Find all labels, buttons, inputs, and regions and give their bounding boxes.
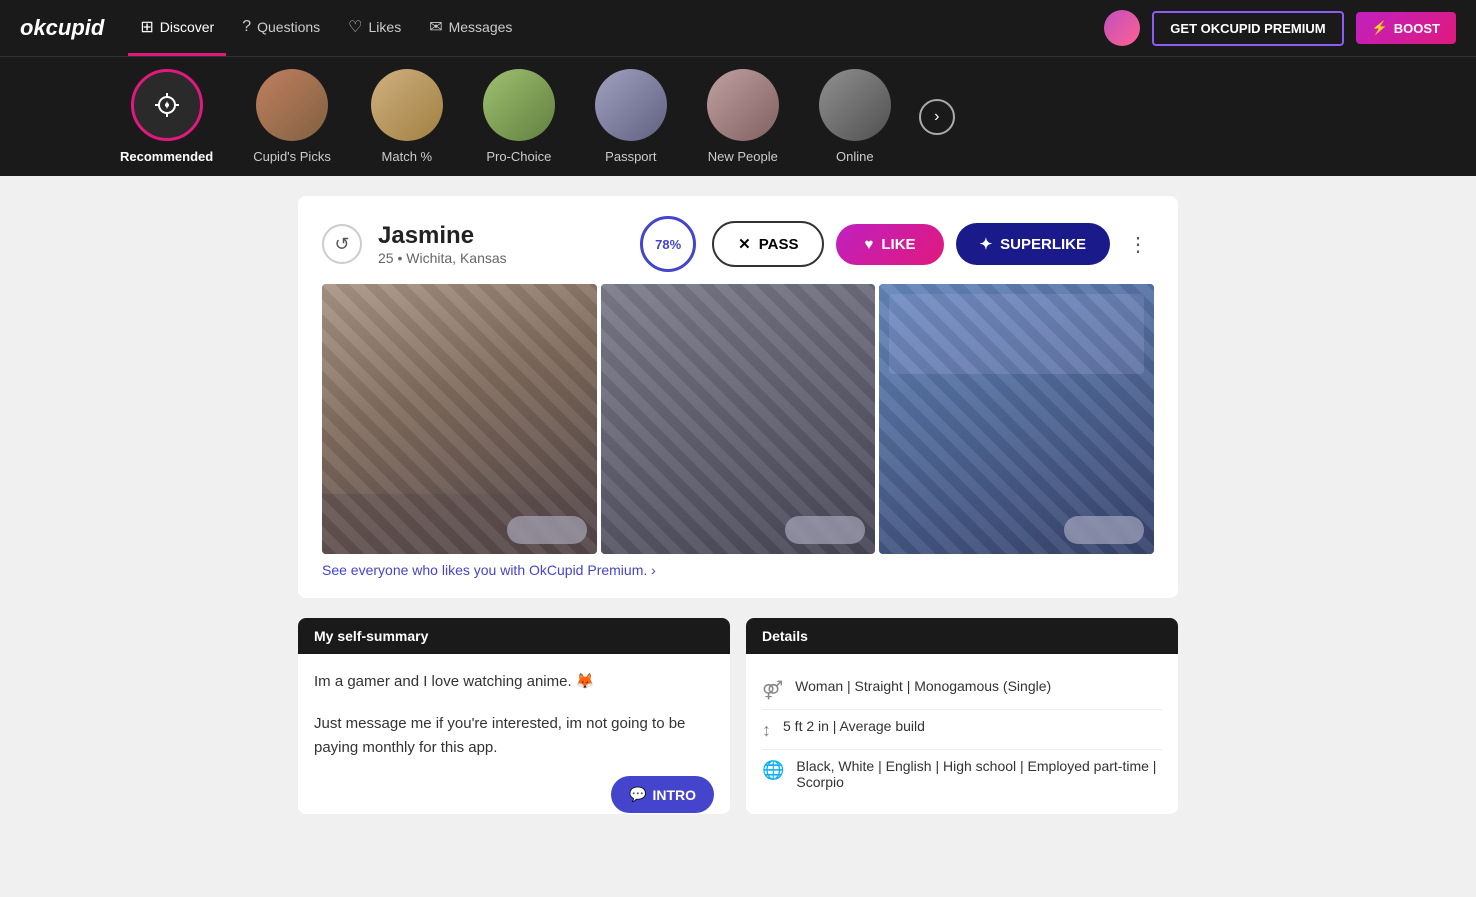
match-label: Match % [382, 149, 433, 164]
profile-photo-3[interactable] [879, 284, 1154, 554]
photo-2-badge [785, 516, 865, 544]
superlike-label: SUPERLIKE [1000, 236, 1086, 253]
boost-label: BOOST [1394, 21, 1440, 36]
boost-icon: ⚡ [1372, 20, 1388, 36]
nav-questions[interactable]: ? Questions [230, 0, 332, 56]
photo-1-badge [507, 516, 587, 544]
premium-link-text: See everyone who likes you with OkCupid … [322, 562, 656, 578]
profile-photo-2[interactable] [601, 284, 876, 554]
profile-location: 25 • Wichita, Kansas [378, 250, 624, 266]
passport-avatar [595, 69, 667, 141]
profile-photos [322, 284, 1154, 554]
messages-icon: ✉ [429, 17, 442, 37]
main-nav: okcupid ⊞ Discover ? Questions ♡ Likes ✉… [0, 0, 1476, 56]
match-avatar [371, 69, 443, 141]
profile-name: Jasmine [378, 222, 624, 250]
new-people-avatar [707, 69, 779, 141]
likes-icon: ♡ [348, 17, 362, 37]
gender-icon: ⚤ [762, 680, 783, 701]
match-percent-circle: 78% [640, 216, 696, 272]
action-buttons: ✕ PASS ♥ LIKE ✦ SUPERLIKE ⋮ [712, 221, 1154, 267]
profile-card-header: ↺ Jasmine 25 • Wichita, Kansas 78% ✕ PAS… [322, 216, 1154, 272]
profile-photo-1[interactable] [322, 284, 597, 554]
passport-label: Passport [605, 149, 656, 164]
like-label: LIKE [881, 236, 915, 253]
pass-label: PASS [759, 236, 799, 253]
premium-link[interactable]: See everyone who likes you with OkCupid … [322, 554, 1154, 578]
like-heart-icon: ♥ [864, 236, 873, 253]
globe-icon: 🌐 [762, 760, 784, 781]
cupids-picks-avatar [256, 69, 328, 141]
category-passport[interactable]: Passport [575, 59, 687, 174]
pro-choice-avatar [483, 69, 555, 141]
nav-discover-label: Discover [160, 19, 214, 35]
pro-choice-label: Pro-Choice [486, 149, 551, 164]
recommended-icon-container [131, 69, 203, 141]
logo[interactable]: okcupid [20, 15, 104, 41]
recommended-label: Recommended [120, 149, 213, 164]
profile-city: Wichita, Kansas [406, 250, 506, 266]
category-pro-choice[interactable]: Pro-Choice [463, 59, 575, 174]
like-button[interactable]: ♥ LIKE [836, 224, 943, 265]
category-bar: Recommended Cupid's Picks Match % Pro-Ch… [0, 56, 1476, 176]
category-new-people[interactable]: New People [687, 59, 799, 174]
detail-text-0: Woman | Straight | Monogamous (Single) [795, 678, 1051, 694]
self-summary-header: My self-summary [298, 618, 730, 654]
more-options-button[interactable]: ⋮ [1122, 228, 1154, 260]
category-next-button[interactable]: › [919, 99, 955, 135]
detail-row-0: ⚤ Woman | Straight | Monogamous (Single) [762, 670, 1162, 710]
new-people-label: New People [708, 149, 778, 164]
category-match[interactable]: Match % [351, 59, 463, 174]
self-summary-body: Im a gamer and I love watching anime. 🦊 … [298, 654, 730, 776]
undo-icon: ↺ [334, 234, 349, 255]
pass-x-icon: ✕ [738, 235, 751, 253]
category-online[interactable]: Online [799, 59, 911, 174]
superlike-icon: ✦ [980, 235, 993, 253]
online-label: Online [836, 149, 874, 164]
nav-items: ⊞ Discover ? Questions ♡ Likes ✉ Message… [128, 0, 1096, 56]
details-card: Details ⚤ Woman | Straight | Monogamous … [746, 618, 1178, 814]
questions-icon: ? [242, 18, 251, 36]
nav-messages-label: Messages [449, 19, 513, 35]
nav-questions-label: Questions [257, 19, 320, 35]
discover-icon: ⊞ [140, 17, 153, 37]
recommended-sun-icon [151, 89, 183, 121]
category-recommended[interactable]: Recommended [100, 59, 233, 174]
premium-button[interactable]: GET OKCUPID PREMIUM [1152, 11, 1343, 46]
detail-row-1: ↕ 5 ft 2 in | Average build [762, 710, 1162, 750]
online-avatar [819, 69, 891, 141]
photo-3-badge [1064, 516, 1144, 544]
profile-age: 25 [378, 250, 394, 266]
intro-button[interactable]: 💬 INTRO [611, 776, 714, 813]
category-cupids-picks[interactable]: Cupid's Picks [233, 59, 351, 174]
details-body: ⚤ Woman | Straight | Monogamous (Single)… [746, 654, 1178, 814]
self-summary-card: My self-summary Im a gamer and I love wa… [298, 618, 730, 814]
boost-button[interactable]: ⚡ BOOST [1356, 12, 1456, 44]
user-avatar[interactable] [1104, 10, 1140, 46]
detail-text-1: 5 ft 2 in | Average build [783, 718, 925, 734]
pass-button[interactable]: ✕ PASS [712, 221, 824, 267]
profile-sections: My self-summary Im a gamer and I love wa… [298, 618, 1178, 814]
self-summary-text-2: Just message me if you're interested, im… [314, 712, 714, 760]
undo-button[interactable]: ↺ [322, 224, 362, 264]
nav-discover[interactable]: ⊞ Discover [128, 0, 226, 56]
profile-info: Jasmine 25 • Wichita, Kansas [378, 222, 624, 266]
intro-chat-icon: 💬 [629, 786, 646, 803]
detail-row-2: 🌐 Black, White | English | High school |… [762, 750, 1162, 798]
cupids-picks-label: Cupid's Picks [253, 149, 331, 164]
detail-text-2: Black, White | English | High school | E… [796, 758, 1162, 790]
profile-location-separator: • [397, 250, 406, 266]
nav-messages[interactable]: ✉ Messages [417, 0, 524, 56]
match-percent-value: 78% [655, 237, 681, 252]
height-icon: ↕ [762, 720, 771, 741]
nav-likes[interactable]: ♡ Likes [336, 0, 413, 56]
profile-card: ↺ Jasmine 25 • Wichita, Kansas 78% ✕ PAS… [298, 196, 1178, 598]
superlike-button[interactable]: ✦ SUPERLIKE [956, 223, 1110, 265]
intro-label: INTRO [652, 787, 696, 803]
nav-likes-label: Likes [369, 19, 402, 35]
main-content: ↺ Jasmine 25 • Wichita, Kansas 78% ✕ PAS… [0, 176, 1476, 834]
details-header: Details [746, 618, 1178, 654]
nav-right: GET OKCUPID PREMIUM ⚡ BOOST [1104, 10, 1456, 46]
self-summary-text-1: Im a gamer and I love watching anime. 🦊 [314, 670, 714, 694]
